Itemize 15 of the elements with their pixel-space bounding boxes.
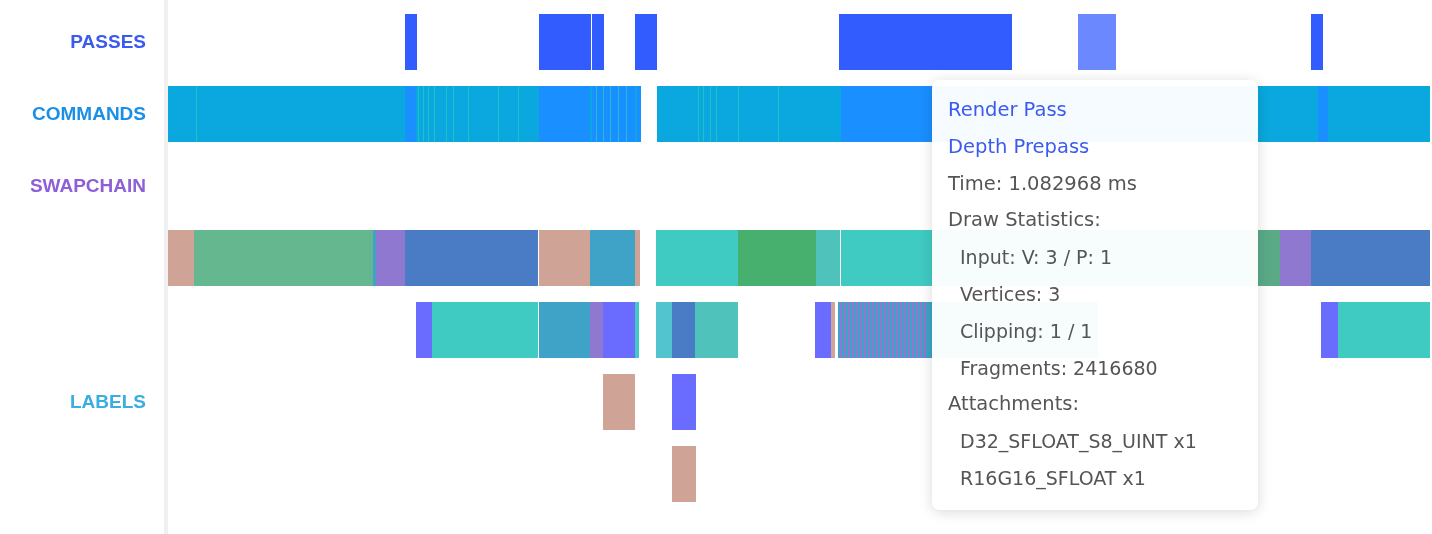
track-label: PASSES [70,31,147,53]
tooltip-text: Draw Statistics: [948,207,1101,234]
tooltip-text: D32_SFLOAT_S8_UINT x1 [960,429,1197,455]
track-label: LABELS [70,391,147,413]
track-label: SWAPCHAIN [29,175,147,197]
tooltip-text: Time: 1.082968 ms [948,170,1137,197]
tooltip-text: Fragments: 2416680 [960,355,1158,381]
track-label: COMMANDS [32,103,147,125]
tooltip-link[interactable]: Render Pass [948,92,1067,129]
tooltip-text: Input: V: 3 / P: 1 [960,245,1113,271]
tooltip-text: R16G16_SFLOAT x1 [960,465,1146,492]
tooltip-text: Attachments: [948,391,1080,418]
tooltip-text: Vertices: 3 [960,282,1061,307]
tooltip-text: Clipping: 1 / 1 [960,318,1093,344]
tooltip-link[interactable]: Depth Prepass [948,128,1090,166]
